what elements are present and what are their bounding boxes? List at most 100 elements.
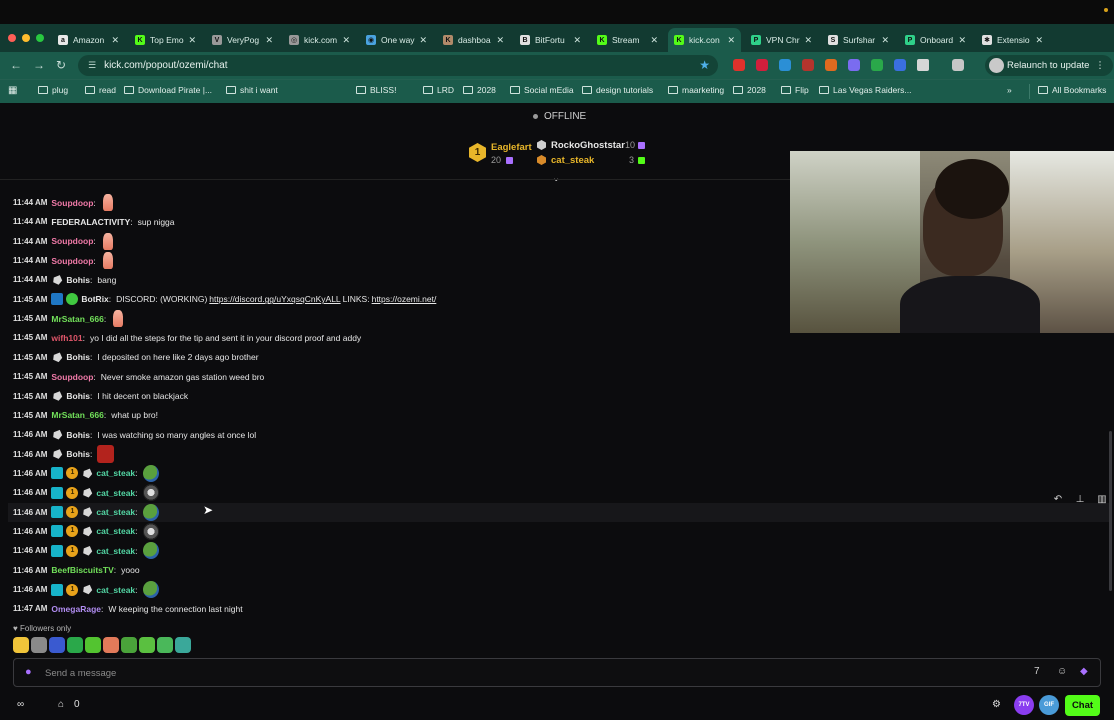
microphone-icon[interactable]: ● [25,666,32,678]
chat-message[interactable]: 11:45 AM Bohis: I deposited on here like 2… [8,348,1112,367]
browser-tab[interactable]: K Stream ✕ [591,28,664,52]
og-badge-icon[interactable] [53,449,63,459]
chat-username[interactable]: Bohis [66,352,90,362]
sad-emote-icon[interactable] [142,522,159,540]
browser-tab[interactable]: ◉ One way ✕ [360,28,433,52]
browser-tab[interactable]: P Onboard ✕ [899,28,972,52]
og-badge-icon[interactable] [83,507,93,517]
hand-emote-icon[interactable] [102,194,113,211]
bookmark-item[interactable]: 2028 [463,85,496,95]
emote-icon[interactable] [175,637,191,653]
chat-username[interactable]: cat_steak [96,507,135,517]
emote-icon[interactable] [85,637,101,653]
webcam-overlay[interactable] [790,151,1114,333]
emote-icon[interactable] [31,637,47,653]
browser-tab[interactable]: a Amazon ✕ [52,28,125,52]
all-bookmarks-button[interactable]: All Bookmarks [1038,85,1106,95]
chat-username[interactable]: cat_steak [96,526,135,536]
browser-tab[interactable]: ✱ Extensio ✕ [976,28,1049,52]
chat-message[interactable]: 11:45 AM Soupdoop: Never smoke amazon gas … [8,367,1112,386]
apps-grid-icon[interactable]: ▦ [8,85,17,96]
kick-emote-icon[interactable]: ◆ [1080,666,1088,677]
chat-username[interactable]: cat_steak [96,488,135,498]
gif-button[interactable]: GIF [1039,695,1059,715]
chat-username[interactable]: Soupdoop [51,256,93,266]
browser-tab[interactable]: Kkick.con ✕ [668,28,741,52]
emote-icon[interactable] [139,637,155,653]
verified-badge-icon[interactable] [66,293,79,306]
og-badge-icon[interactable] [53,275,63,285]
og-badge-icon[interactable] [83,584,93,595]
chat-username[interactable]: cat_steak [96,468,135,478]
sub-badge-icon[interactable] [51,467,64,480]
leaderboard-name[interactable]: RockoGhoststar [551,140,625,151]
bookmark-star-icon[interactable]: ★ [699,58,710,72]
settings-gear-icon[interactable]: ⚙ [992,699,1001,710]
pepe-emote-icon[interactable] [142,581,159,598]
tab-close-icon[interactable]: ✕ [342,35,350,46]
chat-username[interactable]: Soupdoop [51,198,93,208]
og-badge-icon[interactable] [53,391,63,401]
browser-tab[interactable]: B BitFortu ✕ [514,28,587,52]
message-link[interactable]: https://discord.gg/uYxqsqCnKyALL [209,294,340,304]
message-input[interactable] [45,664,1005,682]
browser-tab[interactable]: ◎ kick.com ✕ [283,28,356,52]
leaderboard-name[interactable]: Eaglefart [491,142,532,153]
og-badge-icon[interactable] [83,545,93,556]
bookmark-item[interactable]: LRD [423,85,454,95]
browser-tab[interactable]: S Surfshar ✕ [822,28,895,52]
sub-badge-icon[interactable] [51,506,64,519]
reply-icon[interactable]: ↶ [1050,494,1066,505]
chat-scrollbar[interactable] [1109,431,1112,591]
vip-badge-icon[interactable]: 1 [66,467,79,480]
relaunch-button[interactable]: Relaunch to update ⋮ [985,55,1113,76]
tab-close-icon[interactable]: ✕ [804,35,812,46]
emote-icon[interactable] [49,637,65,653]
chat-message[interactable]: 11:47 AM OmegaRage: W keeping the connecti… [8,599,1112,618]
chat-username[interactable]: Soupdoop [51,236,93,246]
hand-emote-icon[interactable] [113,310,124,328]
extension-icon[interactable] [825,59,837,71]
sad-emote-icon[interactable] [142,484,159,502]
chat-message[interactable]: 11:46 AM 1 cat_steak: [8,483,1112,502]
sub-badge-icon[interactable] [51,544,64,557]
sub-badge-icon[interactable] [51,525,64,538]
og-badge-icon[interactable] [53,429,63,440]
emoji-icon[interactable]: ☺ [1057,666,1067,677]
tab-close-icon[interactable]: ✕ [650,35,658,46]
sub-badge-icon[interactable] [51,583,64,596]
tab-close-icon[interactable]: ✕ [111,35,119,46]
bookmark-item[interactable]: read [85,85,116,95]
og-badge-icon[interactable] [83,487,93,498]
chat-message[interactable]: 11:45 AM Bohis: I hit decent on blackjack [8,387,1112,406]
vip-badge-icon[interactable]: 1 [66,525,79,538]
vip-badge-icon[interactable]: 1 [66,583,79,596]
chat-username[interactable]: MrSatan_666 [51,314,103,324]
chat-username[interactable]: FEDERALACTIVITY [51,217,130,227]
browser-tab[interactable]: P VPN Chr ✕ [745,28,818,52]
bookmark-item[interactable]: Flip [781,85,809,95]
close-window-button[interactable] [8,34,16,42]
extensions-puzzle-icon[interactable] [917,59,929,71]
chat-message[interactable]: 11:46 AM 1 cat_steak: [8,580,1112,599]
chat-username[interactable]: OmegaRage [51,604,101,614]
tab-close-icon[interactable]: ✕ [727,35,735,46]
extension-icon[interactable] [848,59,860,71]
gift-box-icon[interactable]: ⌂ [58,699,64,710]
reload-icon[interactable]: ↻ [56,58,66,72]
sidepanel-icon[interactable] [952,59,964,71]
tab-close-icon[interactable]: ✕ [881,35,889,46]
bookmark-item[interactable]: shit i want [226,85,278,95]
bookmark-item[interactable]: Social mEdia [510,85,574,95]
bookmark-item[interactable]: maarketing [668,85,724,95]
hand-emote-icon[interactable] [102,252,113,270]
extension-icon[interactable] [779,59,791,71]
og-badge-icon[interactable] [53,352,63,363]
site-settings-icon[interactable]: ☰ [88,60,96,71]
tab-close-icon[interactable]: ✕ [188,35,196,46]
chat-username[interactable]: Bohis [66,275,90,285]
chat-message[interactable]: 11:45 AM MrSatan_666: what up bro! [8,406,1112,425]
extension-icon[interactable] [802,59,814,71]
7tv-emote-icon[interactable]: 7 [1034,666,1040,677]
chat-username[interactable]: BotRix [81,294,108,304]
